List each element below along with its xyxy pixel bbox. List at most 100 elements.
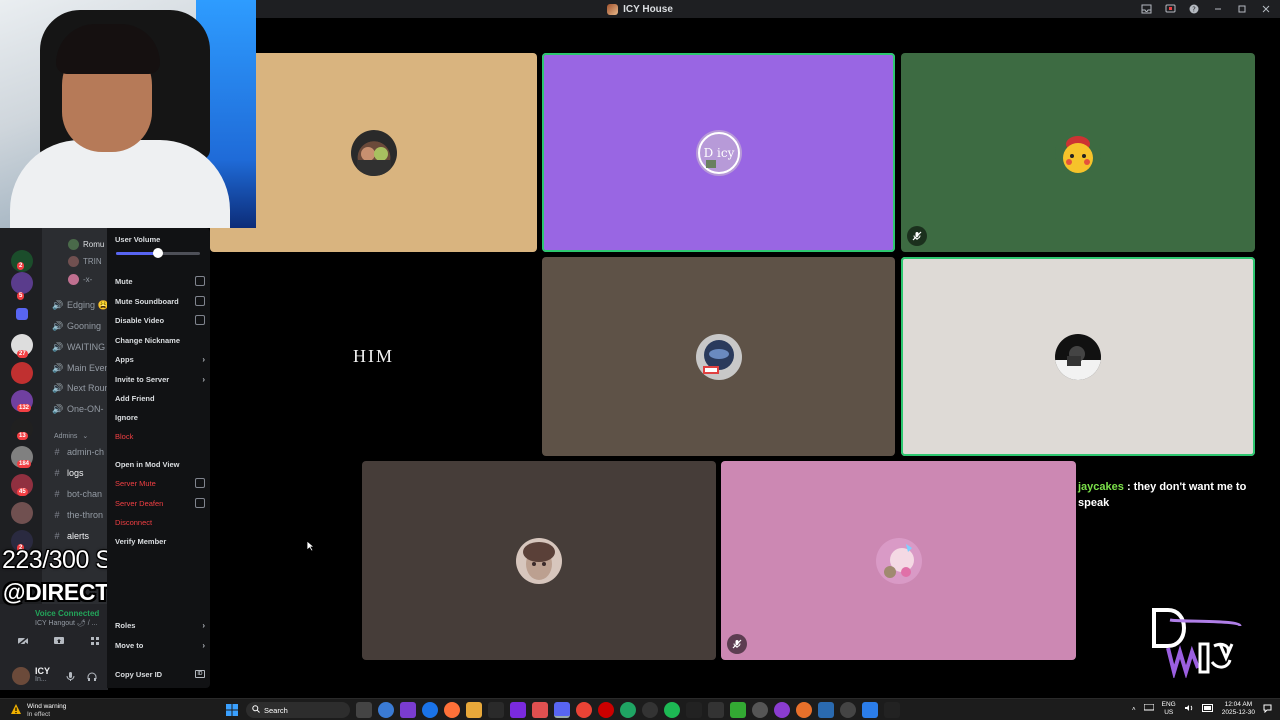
- app-icon[interactable]: [488, 702, 504, 718]
- block-menu-item[interactable]: Block: [115, 428, 205, 444]
- verify-member-menu-item[interactable]: Verify Member: [115, 533, 205, 549]
- app-icon[interactable]: [752, 702, 768, 718]
- disconnect-menu-item[interactable]: Disconnect: [115, 514, 205, 530]
- text-channel[interactable]: # the-thron: [52, 507, 103, 523]
- weather-widget[interactable]: Wind warning In effect: [10, 702, 66, 720]
- help-icon[interactable]: ?: [1188, 3, 1200, 15]
- add-friend-menu-item[interactable]: Add Friend: [115, 390, 205, 406]
- voice-channel[interactable]: 🔊 Next Round: [52, 380, 108, 396]
- clock-date: 2025-12-30: [1221, 709, 1255, 716]
- open-mod-view-menu-item[interactable]: Open in Mod View: [115, 456, 205, 472]
- system-clock[interactable]: 12:04 AM 2025-12-30: [1222, 701, 1255, 717]
- participant-tile[interactable]: [901, 257, 1255, 456]
- headset-icon[interactable]: [87, 669, 97, 687]
- app-icon[interactable]: [796, 702, 812, 718]
- text-channel[interactable]: # admin-ch: [52, 444, 104, 460]
- server-icon[interactable]: [11, 272, 33, 294]
- app-icon[interactable]: [510, 702, 526, 718]
- app-icon[interactable]: [774, 702, 790, 718]
- language-indicator[interactable]: ENG US: [1162, 701, 1176, 717]
- participant-tile[interactable]: HIM: [210, 257, 537, 456]
- close-icon[interactable]: [1260, 3, 1272, 15]
- chevron-up-icon[interactable]: ˄: [1132, 706, 1136, 713]
- copilot-icon[interactable]: [378, 702, 394, 718]
- firefox-icon[interactable]: [444, 702, 460, 718]
- discord-icon[interactable]: [554, 702, 570, 718]
- app-icon[interactable]: [532, 702, 548, 718]
- voice-channel-name[interactable]: ICY Hangout 🌶 / ...: [35, 619, 97, 627]
- voice-channel[interactable]: 🔊 One-ON-: [52, 401, 104, 417]
- participant-tile[interactable]: [210, 53, 537, 252]
- screen-share-icon[interactable]: [52, 634, 66, 648]
- opera-icon[interactable]: [598, 702, 614, 718]
- participant-tile[interactable]: [721, 461, 1076, 660]
- mute-checkbox[interactable]: [195, 276, 205, 286]
- mute-menu-item[interactable]: Mute: [115, 273, 205, 289]
- chrome-icon[interactable]: [576, 702, 592, 718]
- mute-soundboard-checkbox[interactable]: [195, 296, 205, 306]
- task-view-icon[interactable]: [356, 702, 372, 718]
- voice-user[interactable]: -x-: [68, 272, 92, 287]
- mute-soundboard-menu-item[interactable]: Mute Soundboard: [115, 293, 205, 309]
- network-icon[interactable]: [1143, 703, 1155, 714]
- participant-tile[interactable]: [542, 257, 895, 456]
- server-icon[interactable]: [11, 362, 33, 384]
- participant-tile[interactable]: [362, 461, 716, 660]
- roles-menu-item[interactable]: Roles ›: [115, 617, 205, 633]
- ignore-menu-item[interactable]: Ignore: [115, 409, 205, 425]
- app-icon[interactable]: [862, 702, 878, 718]
- windows-start-icon[interactable]: [224, 702, 240, 718]
- user-volume-slider[interactable]: [116, 248, 200, 258]
- capcut-icon[interactable]: [708, 702, 724, 718]
- file-explorer-icon[interactable]: [466, 702, 482, 718]
- voice-user[interactable]: TRIN: [68, 254, 102, 269]
- participant-tile[interactable]: [901, 53, 1255, 252]
- disable-video-checkbox[interactable]: [195, 315, 205, 325]
- app-icon[interactable]: [620, 702, 636, 718]
- text-channel[interactable]: # logs: [52, 465, 83, 481]
- mic-icon[interactable]: [66, 669, 75, 687]
- obs-icon[interactable]: [642, 702, 658, 718]
- app-icon[interactable]: [400, 702, 416, 718]
- app-icon[interactable]: [686, 702, 702, 718]
- disable-video-menu-item[interactable]: Disable Video: [115, 312, 205, 328]
- volume-icon[interactable]: [1184, 704, 1194, 714]
- voice-user[interactable]: Romu: [68, 237, 104, 252]
- voice-channel[interactable]: 🔊 Gooning: [52, 318, 101, 334]
- invite-menu-item[interactable]: Invite to Server ›: [115, 371, 205, 387]
- voice-channel[interactable]: 🔊 Main Event: [52, 360, 108, 376]
- camera-off-icon[interactable]: [16, 634, 30, 648]
- voice-channel[interactable]: 🔊 Edging 😩: [52, 297, 108, 313]
- app-icon[interactable]: [840, 702, 856, 718]
- inbox-icon[interactable]: [1140, 3, 1152, 15]
- text-channel[interactable]: # bot-chan: [52, 486, 102, 502]
- server-mute-menu-item[interactable]: Server Mute: [115, 475, 205, 491]
- move-to-menu-item[interactable]: Move to ›: [115, 637, 205, 653]
- screen-icon[interactable]: [1164, 3, 1176, 15]
- server-mute-checkbox[interactable]: [195, 478, 205, 488]
- activities-icon[interactable]: [88, 634, 102, 648]
- server-deafen-checkbox[interactable]: [195, 498, 205, 508]
- maximize-icon[interactable]: [1236, 3, 1248, 15]
- copy-user-id-menu-item[interactable]: Copy User ID ID: [115, 666, 205, 682]
- spotify-icon[interactable]: [664, 702, 680, 718]
- participant-tile[interactable]: D icy: [542, 53, 895, 252]
- category-admins[interactable]: Admins ⌄: [54, 428, 88, 444]
- server-icon[interactable]: [11, 502, 33, 524]
- minimize-icon[interactable]: [1212, 3, 1224, 15]
- server-deafen-menu-item[interactable]: Server Deafen: [115, 495, 205, 511]
- voice-channel[interactable]: 🔊 WAITING: [52, 339, 105, 355]
- avatar[interactable]: [12, 667, 30, 685]
- apps-menu-item[interactable]: Apps ›: [115, 351, 205, 367]
- notification-icon[interactable]: [1263, 704, 1272, 715]
- folder-icon[interactable]: [16, 308, 28, 320]
- battery-icon[interactable]: [1201, 704, 1214, 714]
- steam-icon[interactable]: [818, 702, 834, 718]
- capcut-icon[interactable]: [884, 702, 900, 718]
- volume-knob[interactable]: [153, 248, 163, 258]
- edge-icon[interactable]: [422, 702, 438, 718]
- app-icon[interactable]: [730, 702, 746, 718]
- taskbar-search[interactable]: Search: [246, 702, 350, 718]
- change-nickname-menu-item[interactable]: Change Nickname: [115, 332, 205, 348]
- text-channel[interactable]: # alerts: [52, 528, 89, 544]
